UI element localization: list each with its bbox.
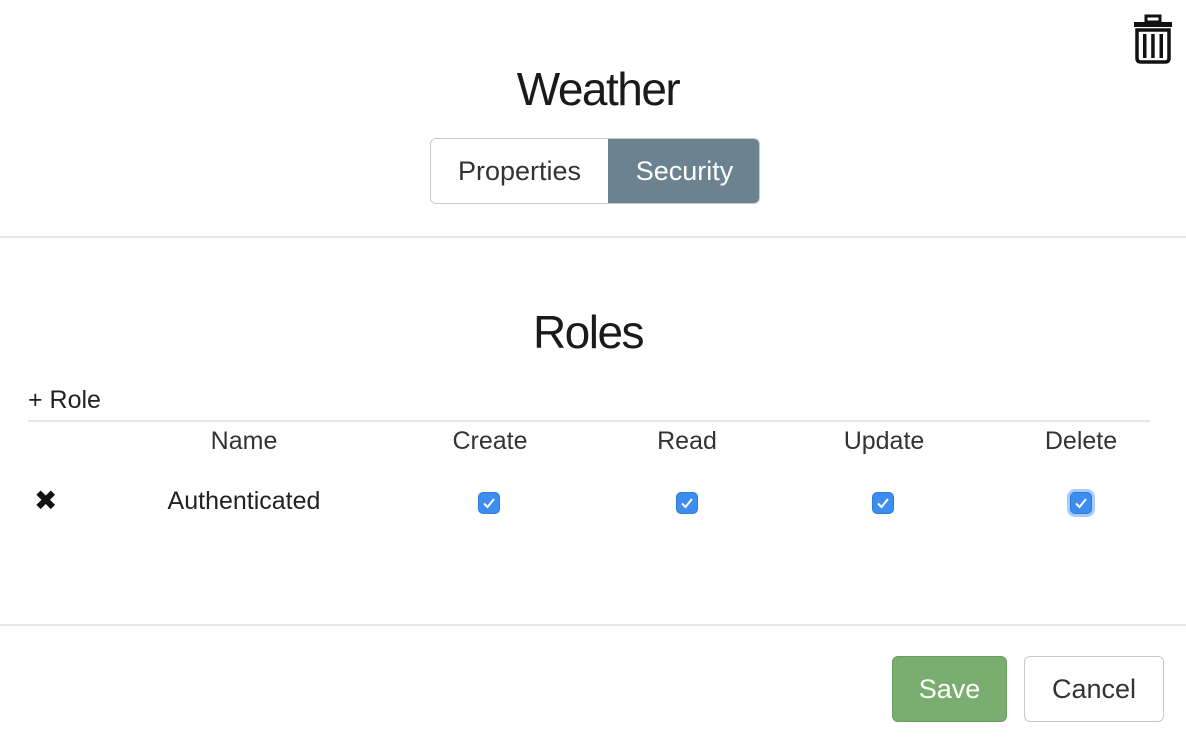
- column-header-read: Read: [657, 427, 717, 455]
- checkmark-icon: [483, 498, 495, 509]
- checkmark-icon: [681, 498, 693, 509]
- role-name-cell: Authenticated: [167, 487, 321, 515]
- tab-security[interactable]: Security: [608, 139, 759, 203]
- table-header-rule: [28, 420, 1150, 422]
- cancel-button[interactable]: Cancel: [1024, 656, 1164, 722]
- save-button[interactable]: Save: [892, 656, 1007, 722]
- column-header-update: Update: [843, 427, 925, 455]
- create-checkbox[interactable]: [478, 492, 500, 514]
- read-checkbox[interactable]: [676, 492, 698, 514]
- header-divider: [0, 236, 1186, 238]
- remove-x-icon[interactable]: ✖: [34, 486, 57, 516]
- delete-checkbox[interactable]: [1070, 492, 1092, 514]
- checkmark-icon: [877, 498, 889, 509]
- page-title: Weather: [516, 63, 681, 115]
- footer-divider: [0, 624, 1186, 626]
- update-checkbox[interactable]: [872, 492, 894, 514]
- column-header-create: Create: [452, 427, 528, 455]
- tab-properties[interactable]: Properties: [431, 139, 608, 203]
- roles-heading: Roles: [532, 306, 645, 358]
- checkmark-icon: [1075, 498, 1087, 509]
- column-header-name: Name: [210, 427, 278, 455]
- tab-group: Properties Security: [430, 138, 760, 204]
- add-role-button[interactable]: + Role: [28, 386, 101, 415]
- trash-icon[interactable]: [1132, 14, 1174, 64]
- column-header-delete: Delete: [1044, 427, 1118, 455]
